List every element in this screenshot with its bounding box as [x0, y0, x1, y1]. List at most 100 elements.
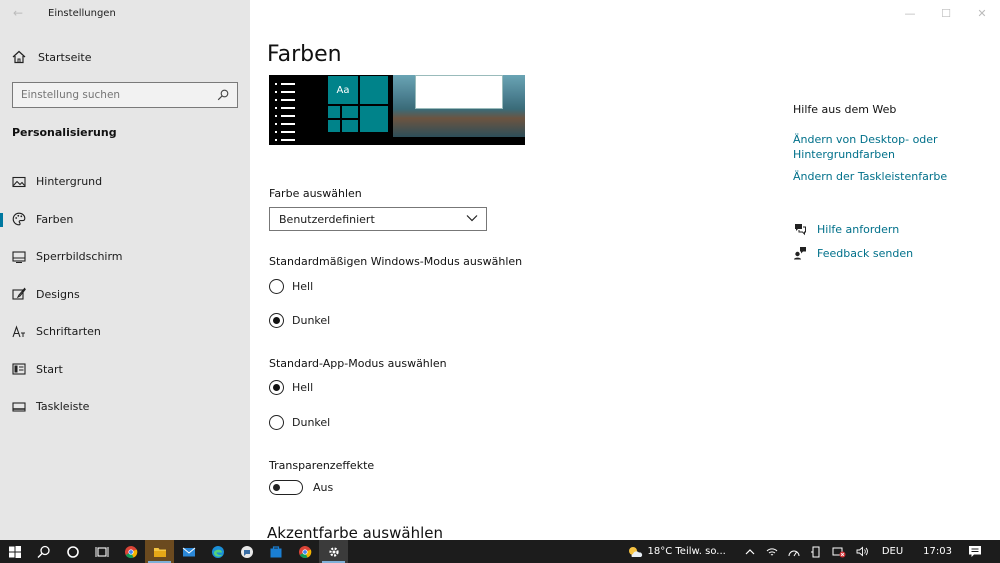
taskbar-edge[interactable] [203, 540, 232, 563]
preview-tile-aa: Aa [327, 75, 359, 105]
radio-label: Hell [292, 280, 314, 293]
transparency-toggle-row[interactable]: Aus [269, 480, 333, 495]
language-indicator[interactable]: DEU [882, 546, 903, 557]
home-label: Startseite [38, 50, 92, 64]
taskbar-mail[interactable] [174, 540, 203, 563]
app-mode-light[interactable]: Hell [269, 380, 313, 395]
taskbar: 18°C Teilw. so... DEU 17:03 [0, 540, 1000, 563]
preview-tiles: Aa [327, 75, 389, 137]
feedback-icon [794, 247, 806, 260]
sidebar-item-sperrbildschirm[interactable]: Sperrbildschirm [0, 238, 250, 276]
home-link[interactable]: Startseite [0, 42, 250, 72]
taskbar-explorer[interactable] [145, 540, 174, 563]
volume-icon[interactable] [856, 546, 869, 557]
tray-overflow-chevron-icon[interactable] [745, 548, 755, 556]
accent-section-title: Akzentfarbe auswählen [267, 524, 443, 540]
palette-icon [12, 212, 26, 226]
section-title: Personalisierung [12, 126, 117, 139]
taskbar-chrome[interactable] [116, 540, 145, 563]
lockscreen-icon [12, 251, 26, 263]
preview-tile [359, 105, 389, 133]
windows-mode-label: Standardmäßigen Windows-Modus auswählen [269, 255, 523, 268]
sidebar-item-label: Farben [36, 212, 74, 226]
chrome-icon [124, 545, 137, 558]
preview-tile [327, 105, 341, 119]
sidebar-item-label: Start [36, 362, 63, 376]
get-help-link[interactable]: Hilfe anfordern [793, 217, 913, 241]
taskbar-app[interactable] [232, 540, 261, 563]
clock[interactable]: 17:03 [923, 546, 952, 557]
preview-start-list [281, 83, 295, 145]
maximize-button[interactable]: ☐ [928, 0, 964, 26]
minimize-button[interactable]: — [892, 0, 928, 26]
window-controls: — ☐ ✕ [892, 0, 1000, 26]
app-mode-dark[interactable]: Dunkel [269, 415, 330, 430]
toggle-state: Aus [313, 481, 334, 494]
taskbar-icon [12, 402, 26, 412]
wifi-icon[interactable] [766, 547, 778, 557]
chat-app-icon [240, 545, 253, 558]
sidebar-item-designs[interactable]: Designs [0, 276, 250, 314]
taskbar-search-button[interactable] [29, 540, 58, 563]
help-actions: Hilfe anfordern Feedback senden [793, 217, 913, 265]
help-title: Hilfe aus dem Web [793, 103, 897, 116]
app-mode-label: Standard-App-Modus auswählen [269, 357, 447, 370]
search-box[interactable] [12, 82, 238, 108]
font-icon [12, 325, 25, 337]
preview-tile [359, 75, 389, 105]
cortana-button[interactable] [58, 540, 87, 563]
preview-wallpaper [393, 75, 525, 137]
device-icon[interactable] [810, 546, 822, 558]
search-icon[interactable] [217, 89, 229, 101]
brush-icon [12, 287, 26, 300]
preview-window [415, 75, 503, 109]
sidebar: ← Einstellungen Startseite Personalisier… [0, 0, 250, 540]
edge-icon [211, 545, 224, 558]
sidebar-item-label: Taskleiste [36, 400, 90, 414]
sidebar-item-label: Designs [36, 287, 80, 301]
send-feedback-link[interactable]: Feedback senden [793, 241, 913, 265]
windows-mode-light[interactable]: Hell [269, 279, 313, 294]
sidebar-item-taskleiste[interactable]: Taskleiste [0, 388, 250, 426]
radio-button-selected[interactable] [269, 380, 284, 395]
radio-button-selected[interactable] [269, 313, 284, 328]
color-select-dropdown[interactable]: Benutzerdefiniert [269, 207, 487, 231]
transparency-toggle[interactable] [269, 480, 303, 495]
help-link-taskbar-color[interactable]: Ändern der Taskleistenfarbe [793, 169, 993, 184]
back-button[interactable]: ← [0, 0, 36, 26]
windows-mode-dark[interactable]: Dunkel [269, 313, 330, 328]
task-view-button[interactable] [87, 540, 116, 563]
color-preview: Aa [269, 75, 525, 145]
sidebar-item-hintergrund[interactable]: Hintergrund [0, 163, 250, 201]
weather-widget[interactable]: 18°C Teilw. so... [627, 545, 731, 559]
sidebar-item-start[interactable]: Start [0, 351, 250, 389]
radio-label: Hell [292, 381, 314, 394]
color-select-label: Farbe auswählen [269, 187, 362, 200]
radio-button[interactable] [269, 415, 284, 430]
transparency-label: Transparenzeffekte [269, 459, 375, 472]
page-title: Farben [267, 42, 342, 67]
picture-icon [12, 176, 26, 187]
start-button[interactable] [0, 540, 29, 563]
preview-tile [341, 119, 359, 133]
taskbar-settings[interactable] [319, 540, 348, 563]
notification-icon[interactable] [968, 545, 982, 558]
radio-button[interactable] [269, 279, 284, 294]
taskbar-chrome-2[interactable] [290, 540, 319, 563]
task-view-icon [95, 546, 108, 557]
taskbar-store[interactable] [261, 540, 290, 563]
windows-logo-icon [8, 545, 21, 558]
preview-tile [327, 119, 341, 133]
radio-label: Dunkel [292, 416, 331, 429]
title-bar: ← Einstellungen [0, 0, 250, 26]
help-link-desktop-colors[interactable]: Ändern von Desktop- oder Hintergrundfarb… [793, 132, 993, 162]
close-button[interactable]: ✕ [964, 0, 1000, 26]
sidebar-item-farben[interactable]: Farben [0, 201, 250, 239]
network-error-icon[interactable] [832, 546, 846, 558]
speedometer-icon[interactable] [788, 547, 800, 557]
sidebar-item-schriftarten[interactable]: Schriftarten [0, 313, 250, 351]
search-input[interactable] [21, 89, 217, 101]
weather-text: 18°C Teilw. so... [647, 546, 726, 557]
sidebar-item-label: Sperrbildschirm [36, 250, 123, 264]
chevron-down-icon [466, 215, 478, 222]
